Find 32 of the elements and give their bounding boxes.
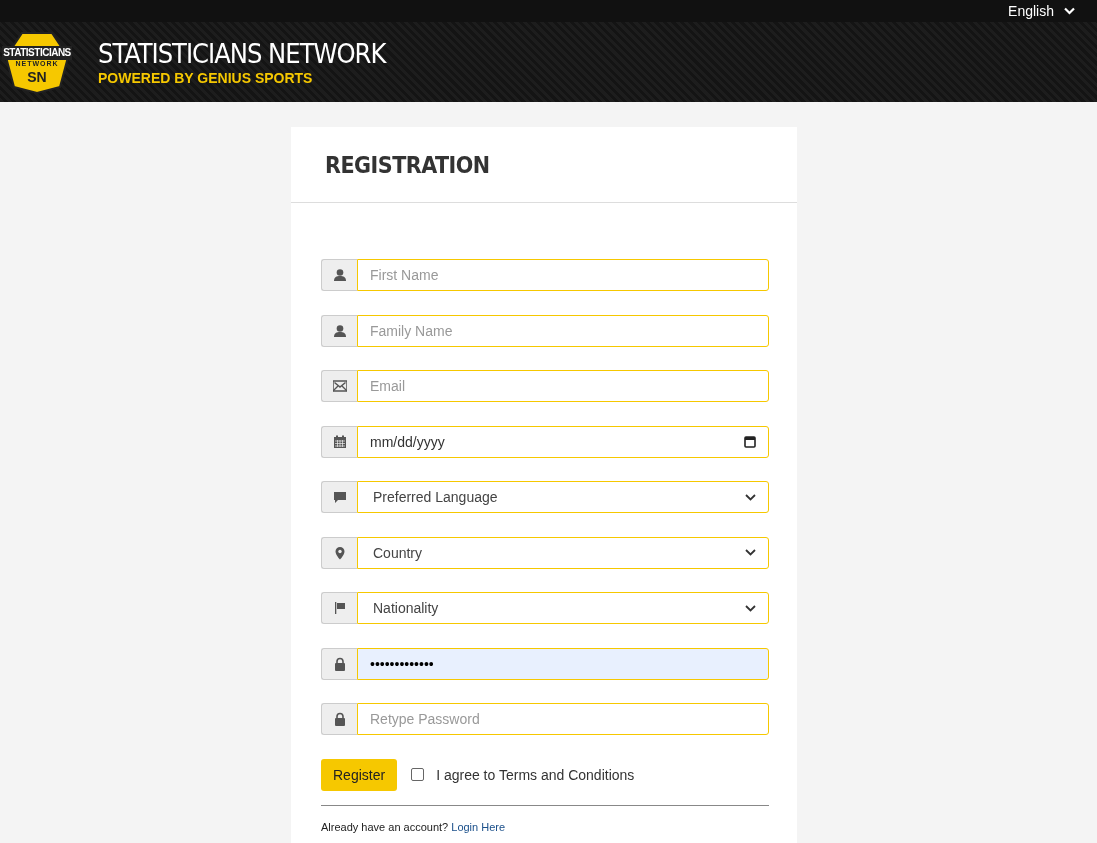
text-field[interactable]: Family Name xyxy=(357,314,769,347)
password-field[interactable]: Retype Password xyxy=(357,703,769,735)
site-title: STATISTICIANS NETWORK xyxy=(98,38,386,69)
chevron-down-icon xyxy=(745,549,756,556)
lock-icon xyxy=(332,656,347,671)
speech-bubble-icon xyxy=(332,490,347,504)
site-subtitle: POWERED BY GENIUS SPORTS xyxy=(98,70,314,86)
flag-icon xyxy=(332,601,347,615)
chevron-down-icon xyxy=(1064,7,1075,15)
language-dropdown[interactable]: English xyxy=(1008,3,1075,19)
map-pin-icon xyxy=(332,545,347,560)
terms-label: I agree to Terms and Conditions xyxy=(436,766,635,783)
envelope-icon xyxy=(332,379,347,393)
password-field[interactable]: ••••••••••••• xyxy=(357,647,769,680)
login-link[interactable]: Login Here xyxy=(451,820,506,833)
form-title: REGISTRATION xyxy=(291,127,797,203)
text-field[interactable]: Email xyxy=(357,370,769,402)
select-dropdown[interactable]: Preferred Language xyxy=(357,481,769,513)
chevron-down-icon xyxy=(745,604,756,612)
person-icon xyxy=(332,323,347,338)
person-icon xyxy=(332,268,347,282)
register-button[interactable]: Register xyxy=(321,758,398,791)
terms-checkbox[interactable] xyxy=(411,768,425,781)
login-prompt: Already have an account? Login Here xyxy=(321,820,507,833)
select-dropdown[interactable]: Country xyxy=(357,536,769,569)
calendar-icon[interactable] xyxy=(744,435,756,448)
calendar-icon xyxy=(332,434,347,449)
select-dropdown[interactable]: Nationality xyxy=(357,592,769,624)
lock-icon xyxy=(332,712,347,726)
date-field[interactable]: mm/dd/yyyy xyxy=(357,425,769,458)
text-field[interactable]: First Name xyxy=(357,259,769,291)
chevron-down-icon xyxy=(745,493,756,501)
